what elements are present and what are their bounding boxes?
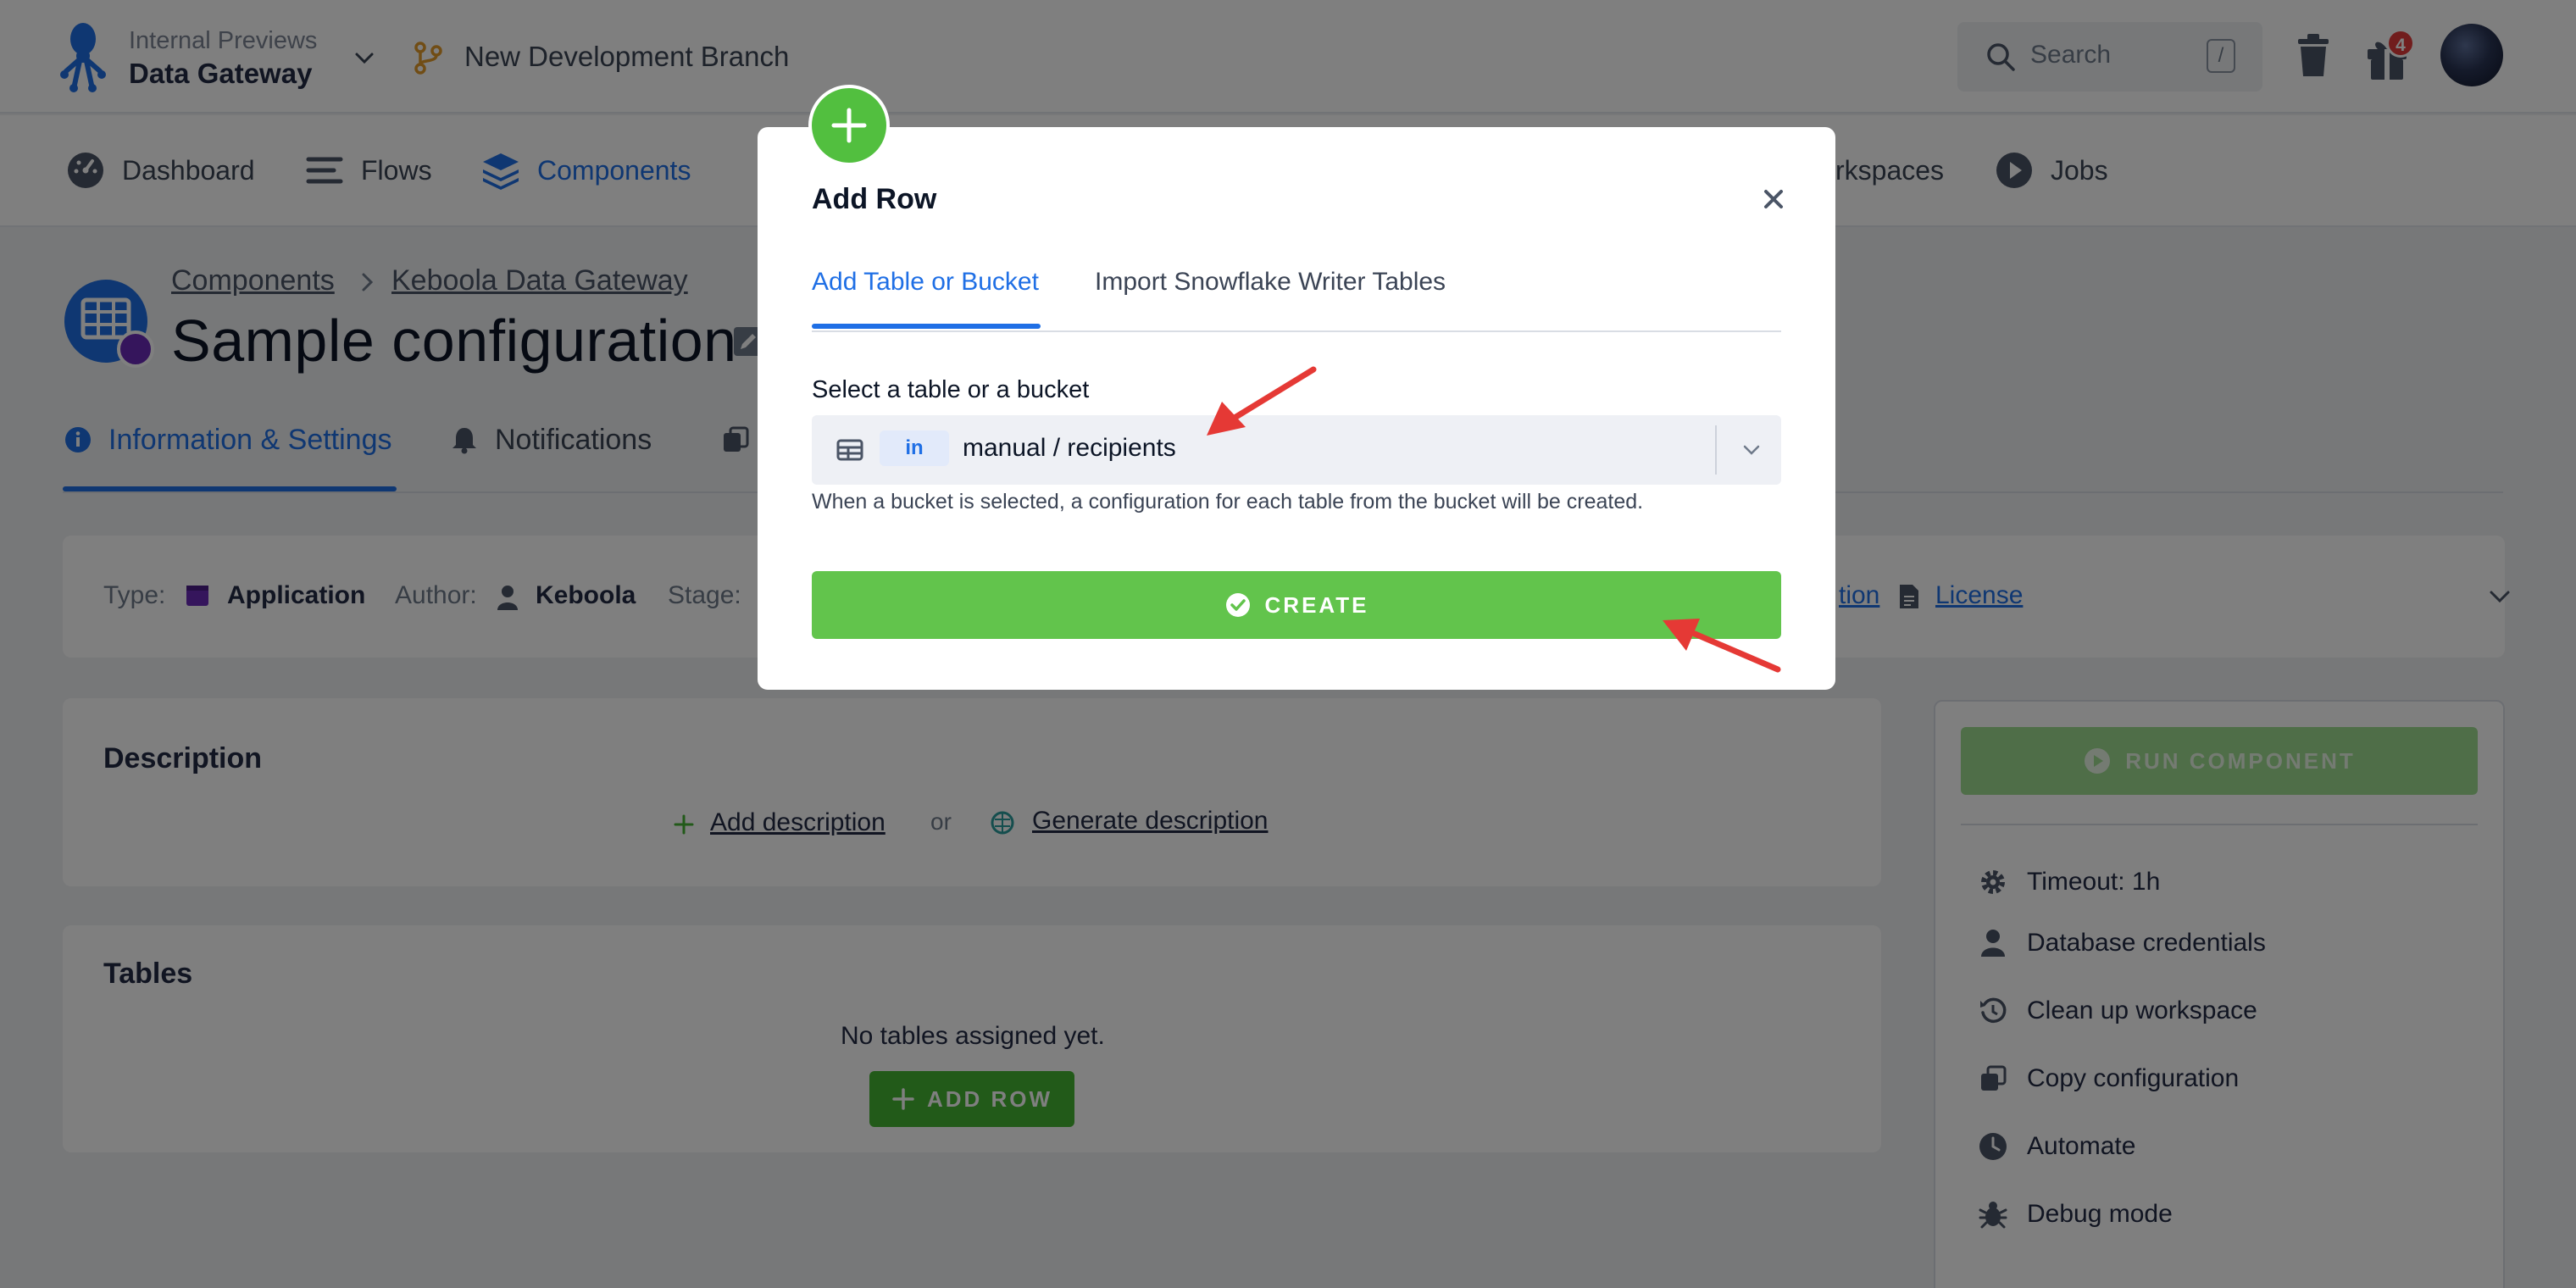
select-label: Select a table or a bucket	[812, 376, 1090, 403]
stage-badge: in	[880, 430, 949, 466]
add-row-modal: Add Row Add Table or Bucket Import Snowf…	[758, 127, 1835, 690]
help-text: When a bucket is selected, a configurati…	[812, 490, 1644, 514]
table-icon	[836, 439, 863, 461]
close-icon[interactable]	[1759, 185, 1788, 214]
selected-value: manual / recipients	[963, 434, 1176, 462]
modal-title: Add Row	[812, 183, 937, 215]
create-label: CREATE	[1264, 591, 1369, 618]
plus-icon	[831, 108, 867, 143]
select-divider	[1715, 425, 1717, 475]
chevron-down-icon[interactable]	[1739, 437, 1764, 463]
tab-add-table-bucket[interactable]: Add Table or Bucket	[812, 268, 1039, 297]
tabs-divider	[812, 330, 1781, 332]
tab-import-snowflake[interactable]: Import Snowflake Writer Tables	[1095, 268, 1446, 297]
check-circle-icon	[1225, 593, 1250, 617]
table-bucket-select[interactable]: in manual / recipients	[812, 415, 1781, 485]
add-row-modal-icon	[808, 85, 890, 166]
active-tab-indicator	[812, 324, 1041, 329]
create-button[interactable]: CREATE	[812, 571, 1781, 639]
